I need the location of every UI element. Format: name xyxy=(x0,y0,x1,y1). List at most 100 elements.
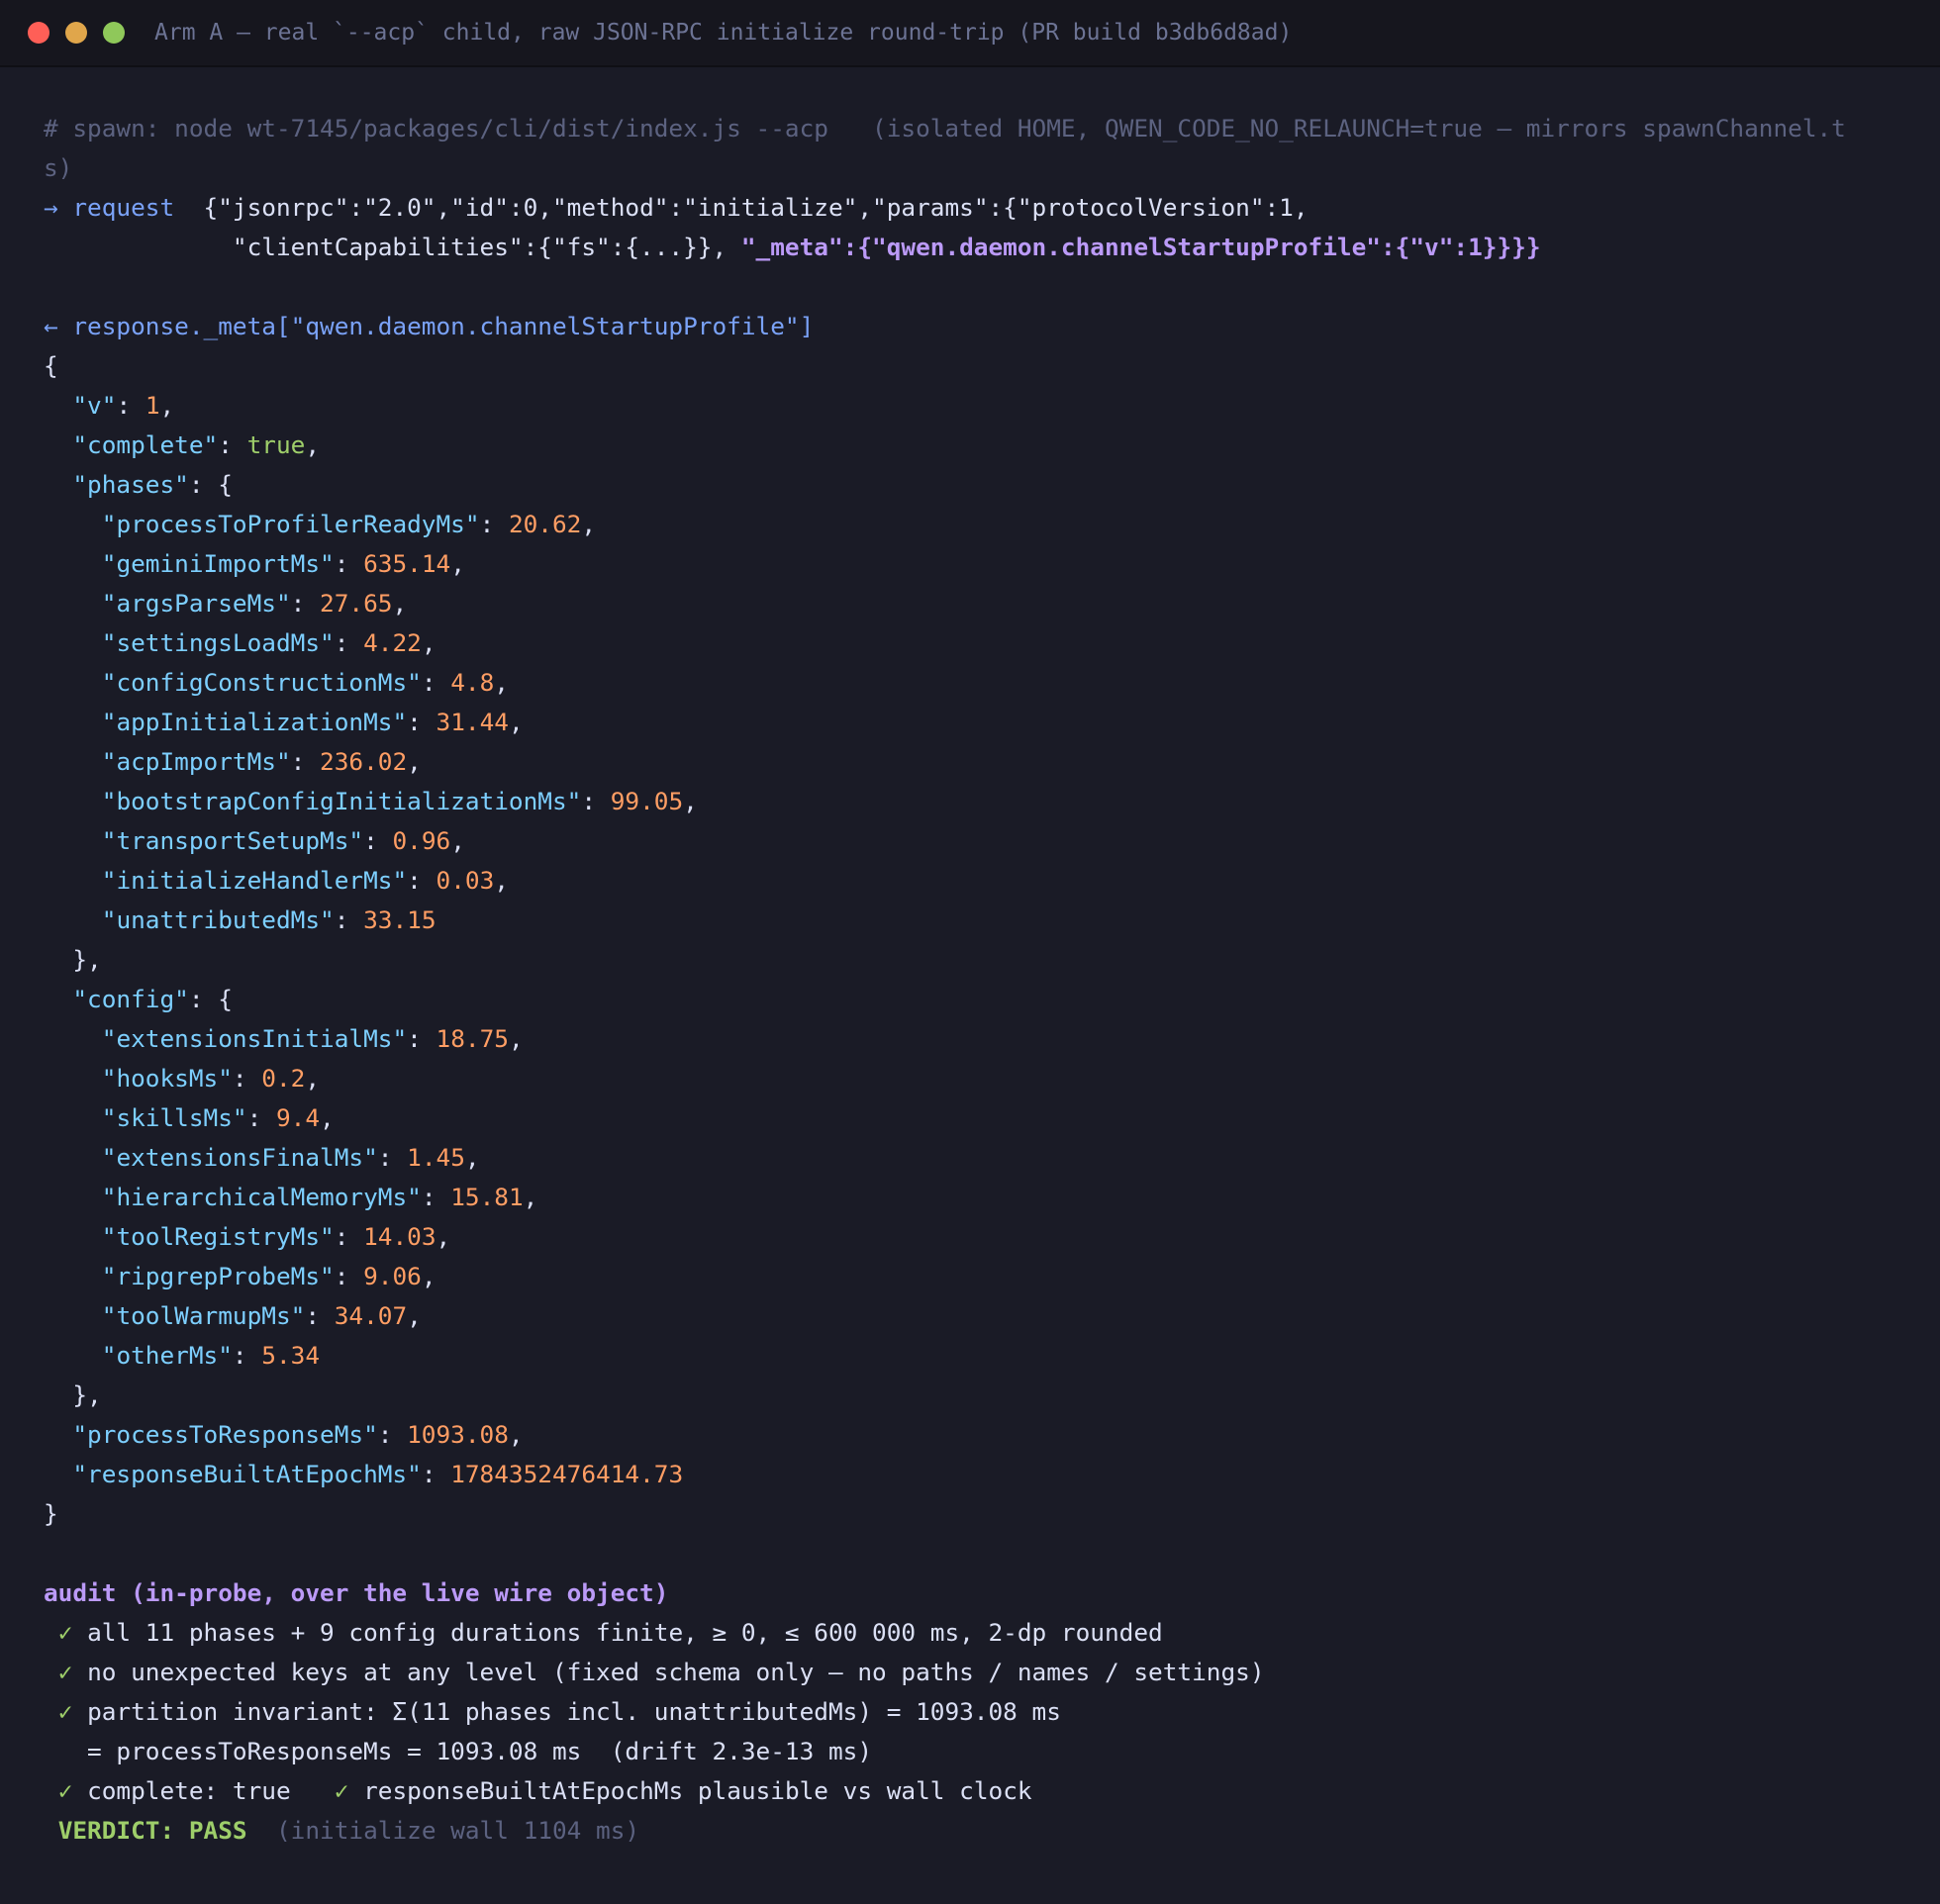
json-key: "complete" xyxy=(72,430,219,459)
json-key: processToProfilerReadyMs xyxy=(116,510,465,538)
check-icon: ✓ xyxy=(57,1618,73,1647)
json-value: 15.81 xyxy=(450,1183,524,1211)
json-config-open: "config": { xyxy=(72,985,233,1013)
quote: " xyxy=(275,589,291,618)
window-title: Arm A — real `--acp` child, raw JSON-RPC… xyxy=(154,20,1293,46)
quote: " xyxy=(320,549,335,578)
request-meta: "_meta":{"qwen.daemon.channelStartupProf… xyxy=(740,233,1541,261)
json-value: 1093.08 xyxy=(407,1420,509,1449)
quote: " xyxy=(101,628,117,657)
json-row: "bootstrapConfigInitializationMs": 99.05… xyxy=(101,787,698,815)
json-value: 5.34 xyxy=(261,1341,321,1370)
quote: " xyxy=(101,510,117,538)
quote: " xyxy=(464,510,480,538)
audit-check-text: partition invariant: Σ(11 phases incl. u… xyxy=(87,1697,1061,1726)
quote: " xyxy=(320,628,335,657)
json-value: 1784352476414.73 xyxy=(450,1460,684,1488)
quote: " xyxy=(101,787,117,815)
check-icon: ✓ xyxy=(57,1658,73,1686)
json-value: 4.22 xyxy=(363,628,422,657)
quote: " xyxy=(101,549,117,578)
json-value: 236.02 xyxy=(320,747,408,776)
json-row: "appInitializationMs": 31.44, xyxy=(101,708,524,736)
audit-check-3: ✓ partition invariant: Σ(11 phases incl.… xyxy=(44,1692,1940,1732)
audit-check-text: no unexpected keys at any level (fixed s… xyxy=(87,1658,1265,1686)
quote: " xyxy=(101,668,117,697)
json-phases-open: "phases": { xyxy=(72,470,233,499)
spawn-comment-wrap: s) xyxy=(44,153,73,182)
json-v-line: "v": 1, xyxy=(72,391,175,420)
json-config-close: }, xyxy=(44,1380,102,1409)
json-key: configConstructionMs xyxy=(116,668,408,697)
json-key: acpImportMs xyxy=(116,747,276,776)
json-row: "transportSetupMs": 0.96, xyxy=(101,826,465,855)
json-key: transportSetupMs xyxy=(116,826,349,855)
quote: " xyxy=(101,1262,117,1290)
request-line: → request {"jsonrpc":"2.0","id":0,"metho… xyxy=(44,188,1940,228)
response-header: ← response._meta["qwen.daemon.channelSta… xyxy=(44,312,815,340)
json-key: hooksMs xyxy=(116,1064,219,1093)
json-value: 0.03 xyxy=(436,866,495,895)
json-row: "geminiImportMs": 635.14, xyxy=(101,549,465,578)
json-value: 31.44 xyxy=(436,708,509,736)
quote: " xyxy=(232,1103,247,1132)
title-bar: Arm A — real `--acp` child, raw JSON-RPC… xyxy=(0,0,1940,67)
json-value: 14.03 xyxy=(363,1222,436,1251)
brace-open: { xyxy=(44,351,58,380)
json-value: 9.4 xyxy=(275,1103,321,1132)
json-row: "unattributedMs": 33.15 xyxy=(101,905,436,934)
json-row: "toolRegistryMs": 14.03, xyxy=(101,1222,451,1251)
request-line-2: "clientCapabilities":{"fs":{...}}, "_met… xyxy=(44,228,1940,267)
minimize-button[interactable] xyxy=(65,22,87,44)
quote: " xyxy=(101,1183,117,1211)
terminal-output: # spawn: node wt-7145/packages/cli/dist/… xyxy=(0,67,1940,1851)
brace-close: } xyxy=(44,1499,58,1528)
json-key: toolWarmupMs xyxy=(116,1301,291,1330)
json-key: "v" xyxy=(72,391,117,420)
json-row: "configConstructionMs": 4.8, xyxy=(101,668,509,697)
quote: " xyxy=(101,1341,117,1370)
quote: " xyxy=(566,787,582,815)
close-button[interactable] xyxy=(28,22,49,44)
request-body: {"jsonrpc":"2.0","id":0,"method":"initia… xyxy=(174,193,1309,222)
json-processToResponse-line: "processToResponseMs": 1093.08, xyxy=(72,1420,524,1449)
json-value: 0.96 xyxy=(392,826,451,855)
quote: " xyxy=(320,905,335,934)
json-responseBuilt-line: "responseBuiltAtEpochMs": 1784352476414.… xyxy=(72,1460,684,1488)
json-value: 9.06 xyxy=(363,1262,422,1290)
json-key: "responseBuiltAtEpochMs" xyxy=(72,1460,422,1488)
audit-check-text: all 11 phases + 9 config durations finit… xyxy=(87,1618,1163,1647)
quote: " xyxy=(101,708,117,736)
quote: " xyxy=(101,905,117,934)
json-key: otherMs xyxy=(116,1341,219,1370)
json-key: skillsMs xyxy=(116,1103,233,1132)
terminal-window: Arm A — real `--acp` child, raw JSON-RPC… xyxy=(0,0,1940,1904)
verdict-note: (initialize wall 1104 ms) xyxy=(275,1816,640,1845)
json-row: "initializeHandlerMs": 0.03, xyxy=(101,866,509,895)
json-value: 18.75 xyxy=(436,1024,509,1053)
json-key: unattributedMs xyxy=(116,905,321,934)
json-phases-close: }, xyxy=(44,945,102,974)
audit-check-text: responseBuiltAtEpochMs plausible vs wall… xyxy=(363,1776,1032,1805)
quote: " xyxy=(101,1143,117,1172)
audit-check-2: ✓ no unexpected keys at any level (fixed… xyxy=(44,1653,1940,1692)
json-row: "settingsLoadMs": 4.22, xyxy=(101,628,436,657)
json-value: true xyxy=(246,430,306,459)
json-key: argsParseMs xyxy=(116,589,276,618)
json-value: 27.65 xyxy=(320,589,393,618)
maximize-button[interactable] xyxy=(103,22,125,44)
json-value: 34.07 xyxy=(334,1301,408,1330)
check-icon: ✓ xyxy=(334,1776,349,1805)
config-list: "extensionsInitialMs": 18.75, "hooksMs":… xyxy=(44,1019,1940,1376)
json-row: "acpImportMs": 236.02, xyxy=(101,747,422,776)
quote: " xyxy=(290,1301,306,1330)
json-row: "hierarchicalMemoryMs": 15.81, xyxy=(101,1183,538,1211)
quote: " xyxy=(101,589,117,618)
quote: " xyxy=(348,826,364,855)
json-value: 33.15 xyxy=(363,905,436,934)
phases-list: "processToProfilerReadyMs": 20.62, "gemi… xyxy=(44,505,1940,940)
audit-check-1: ✓ all 11 phases + 9 config durations fin… xyxy=(44,1613,1940,1653)
quote: " xyxy=(101,1024,117,1053)
quote: " xyxy=(101,747,117,776)
